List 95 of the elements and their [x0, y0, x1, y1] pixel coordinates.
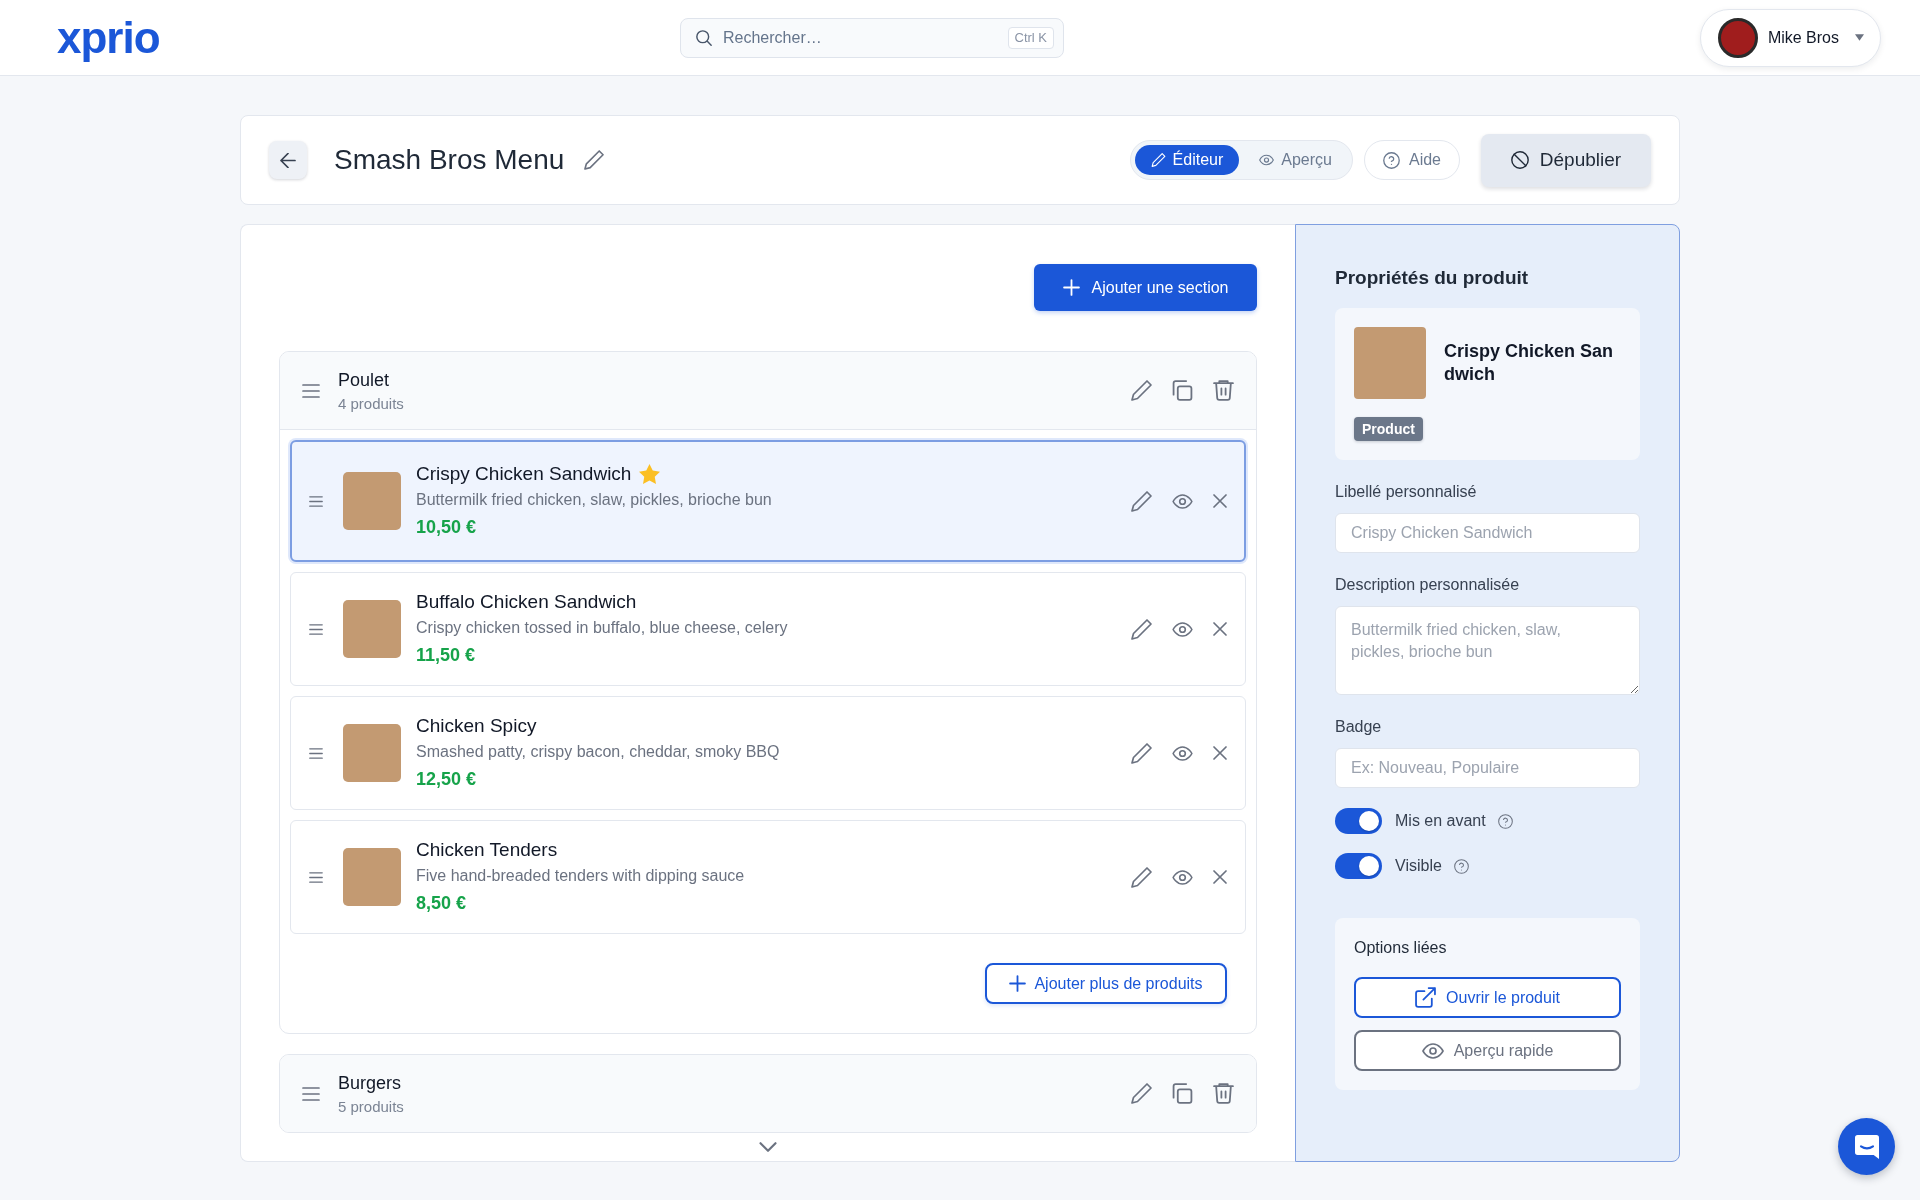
external-link-icon	[1415, 987, 1437, 1008]
quick-preview-button[interactable]: Aperçu rapide	[1354, 1030, 1621, 1071]
text-input[interactable]: Crispy Chicken Sandwich	[1335, 513, 1640, 553]
product-row[interactable]: Buffalo Chicken Sandwich Crispy chicken tossed in buffalo, blue cheese, celery 11,50 €	[290, 572, 1246, 686]
product-name: Buffalo Chicken Sandwich	[416, 590, 637, 614]
eye-icon[interactable]	[1172, 869, 1193, 885]
logo[interactable]: xprio	[57, 12, 160, 62]
chevron-down-icon[interactable]	[759, 1142, 777, 1152]
toggle-label: Visible	[1395, 857, 1442, 875]
section-title: Poulet	[338, 368, 391, 392]
mode-tab[interactable]: Aperçu	[1243, 145, 1348, 175]
toggle-switch[interactable]	[1335, 808, 1382, 834]
product-row[interactable]: Chicken Tenders Five hand-breaded tenders with dipping sauce 8,50 €	[290, 820, 1246, 934]
plus-icon	[1009, 975, 1027, 992]
section-header[interactable]: Poulet 4 produits	[280, 352, 1256, 430]
chat-icon	[1854, 1134, 1879, 1159]
toggle-label: Mis en avant	[1395, 812, 1486, 830]
copy-icon[interactable]	[1172, 380, 1193, 401]
toggle-switch[interactable]	[1335, 853, 1382, 879]
field-label: Libellé personnalisé	[1335, 482, 1478, 502]
help-icon	[1382, 151, 1400, 169]
trash-icon[interactable]	[1213, 380, 1234, 401]
product-row[interactable]: Chicken Spicy Smashed patty, crispy bacon, cheddar, smoky BBQ 12,50 €	[290, 696, 1246, 810]
pencil-icon[interactable]	[1131, 1083, 1152, 1104]
product-price: 12,50 €	[416, 768, 478, 791]
card-title: Options liées	[1354, 938, 1448, 958]
pencil-icon[interactable]	[1131, 742, 1152, 764]
photo-placeholder	[343, 472, 401, 530]
user-menu-button[interactable]: Mike Bros	[1699, 8, 1881, 67]
text-input[interactable]: Ex: Nouveau, Populaire	[1335, 748, 1640, 788]
menu-icon[interactable]	[309, 495, 323, 507]
product-description: Crispy chicken tossed in buffalo, blue cheese, celery	[416, 618, 788, 638]
close-icon[interactable]	[1213, 870, 1227, 884]
ban-icon	[1510, 151, 1529, 169]
help-icon[interactable]	[1497, 813, 1513, 829]
pencil-icon[interactable]	[1131, 380, 1152, 401]
add-section-button[interactable]: Ajouter une section	[1034, 264, 1257, 311]
help-button[interactable]: Aide	[1363, 140, 1460, 180]
product-row[interactable]: Crispy Chicken Sandwich Buttermilk fried chicken, slaw, pickles, brioche bun 10,50 €	[290, 440, 1246, 562]
unpublish-button[interactable]: Dépublier	[1481, 133, 1651, 187]
product-price: 10,50 €	[416, 516, 478, 539]
eye-icon[interactable]	[1172, 745, 1193, 761]
help-icon[interactable]	[1453, 858, 1469, 874]
panel-title: Propriétés du produit	[1335, 266, 1530, 290]
menu-icon[interactable]	[302, 1086, 320, 1101]
add-products-button[interactable]: Ajouter plus de produits	[985, 963, 1227, 1004]
copy-icon[interactable]	[1172, 1083, 1193, 1104]
avatar	[1717, 17, 1758, 58]
pencil-icon[interactable]	[1131, 866, 1152, 888]
menu-icon[interactable]	[302, 383, 320, 398]
menu-icon[interactable]	[309, 747, 323, 759]
close-icon[interactable]	[1213, 622, 1227, 636]
product-name: Chicken Tenders	[416, 838, 558, 862]
section-header[interactable]: Burgers 5 produits	[280, 1055, 1256, 1132]
eye-icon[interactable]	[1172, 621, 1193, 637]
eye-icon	[1421, 1042, 1444, 1059]
arrow-left-icon	[280, 152, 296, 168]
section-title: Burgers	[338, 1071, 403, 1095]
product-description: Five hand-breaded tenders with dipping sauce	[416, 866, 745, 886]
photo-placeholder	[343, 600, 401, 658]
type-badge: Product	[1354, 417, 1423, 441]
eye-icon	[1259, 153, 1275, 167]
product-name: Chicken Spicy	[416, 714, 537, 738]
pencil-icon[interactable]	[1131, 490, 1152, 512]
chat-button[interactable]	[1838, 1118, 1895, 1175]
product-name: Crispy Chicken Sandwich	[1444, 340, 1615, 386]
plus-icon	[1062, 279, 1080, 296]
menu-icon[interactable]	[309, 871, 323, 883]
product-description: Buttermilk fried chicken, slaw, pickles, brioche bun	[416, 490, 772, 510]
pencil-icon[interactable]	[1131, 618, 1152, 640]
field-label: Description personnalisée	[1335, 575, 1521, 595]
product-description: Smashed patty, crispy bacon, cheddar, smoky BBQ	[416, 742, 780, 762]
photo-placeholder	[343, 848, 401, 906]
mode-tab[interactable]: Éditeur	[1134, 145, 1240, 175]
pencil-icon	[1150, 153, 1166, 167]
trash-icon[interactable]	[1213, 1083, 1234, 1104]
search-icon	[696, 29, 712, 46]
product-price: 8,50 €	[416, 892, 468, 915]
caret-icon	[1855, 34, 1864, 41]
close-icon[interactable]	[1213, 494, 1227, 508]
open-product-button[interactable]: Ouvrir le produit	[1354, 977, 1621, 1018]
eye-icon[interactable]	[1172, 493, 1193, 509]
menu-icon[interactable]	[309, 623, 323, 635]
back-button[interactable]	[269, 141, 307, 179]
section-count: 5 produits	[338, 1096, 404, 1117]
close-icon[interactable]	[1213, 746, 1227, 760]
field-label: Badge	[1335, 717, 1383, 737]
product-price: 11,50 €	[416, 644, 477, 667]
product-name: Crispy Chicken Sandwich	[416, 462, 632, 486]
photo-placeholder	[343, 724, 401, 782]
menu-title: Smash Bros Menu	[334, 144, 565, 176]
pencil-icon[interactable]	[584, 150, 605, 170]
text-area[interactable]: Buttermilk fried chicken, slaw, pickles, brioche bun	[1335, 606, 1640, 695]
section-count: 4 produits	[338, 393, 404, 414]
photo-placeholder	[1354, 327, 1426, 399]
